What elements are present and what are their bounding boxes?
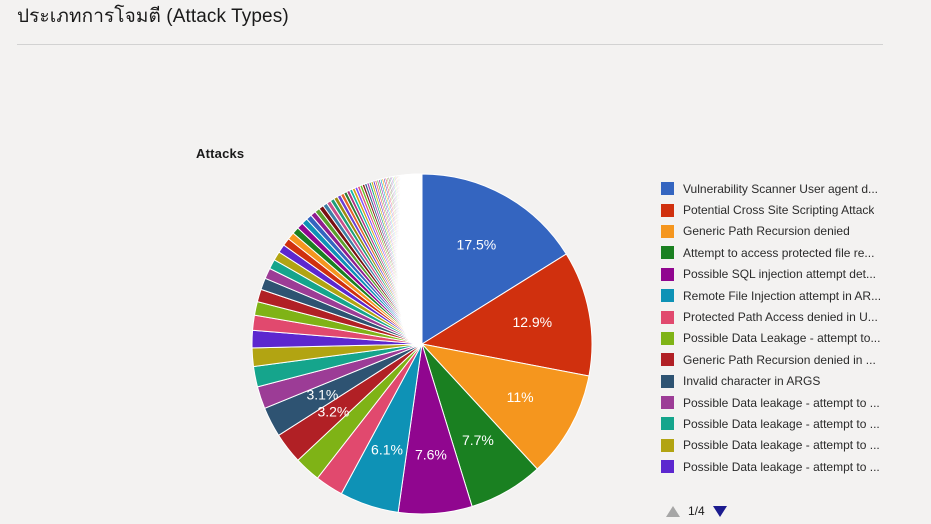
legend-item[interactable]: Remote File Injection attempt in AR... <box>661 285 923 306</box>
attack-types-chart-panel: Attacks 17.5% 12.9% 11% 7.7% 7.6% 6.1% 3.2% 3.1… <box>0 52 931 524</box>
triangle-up-icon[interactable] <box>666 505 680 517</box>
chart-subtitle: Attacks <box>196 146 245 161</box>
legend-color-swatch <box>661 396 674 410</box>
triangle-down-icon[interactable] <box>712 505 727 517</box>
legend-item-label: Possible Data leakage - attempt to ... <box>683 416 880 431</box>
legend-item-label: Possible Data leakage - attempt to ... <box>683 459 880 474</box>
legend-color-swatch <box>661 374 674 388</box>
legend-color-swatch <box>661 203 674 217</box>
legend-color-swatch <box>661 289 674 303</box>
legend-item-label: Possible SQL injection attempt det... <box>683 267 876 282</box>
legend-color-swatch <box>661 182 674 196</box>
pie-slice-value-label: 3.2% <box>317 404 349 420</box>
legend-item[interactable]: Invalid character in ARGS <box>661 371 923 392</box>
legend-color-swatch <box>661 224 674 238</box>
legend-item-label: Generic Path Recursion denied <box>683 224 850 239</box>
pie-slice-value-label: 17.5% <box>457 237 497 253</box>
pie-slice-value-label: 11% <box>507 389 534 405</box>
legend-item-label: Potential Cross Site Scripting Attack <box>683 203 875 218</box>
legend-color-swatch <box>661 267 674 281</box>
legend-color-swatch <box>661 353 674 367</box>
pie-slice-value-label: 12.9% <box>512 314 552 330</box>
legend-page-indicator: 1/4 <box>688 504 705 518</box>
legend-color-swatch <box>661 246 674 260</box>
legend-item[interactable]: Possible Data leakage - attempt to ... <box>661 456 923 477</box>
legend-item[interactable]: Protected Path Access denied in U... <box>661 306 923 327</box>
pie-chart-svg[interactable]: 17.5% 12.9% 11% 7.7% 7.6% 6.1% 3.2% 3.1% <box>248 170 596 518</box>
legend-color-swatch <box>661 331 674 345</box>
legend-color-swatch <box>661 417 674 431</box>
pie-slice-value-label: 7.6% <box>415 447 447 463</box>
legend-item-label: Generic Path Recursion denied in ... <box>683 352 876 367</box>
legend-item-label: Possible Data Leakage - attempt to... <box>683 331 881 346</box>
legend-color-swatch <box>661 460 674 474</box>
pie-slice-value-label: 3.1% <box>306 386 338 402</box>
legend-item-label: Remote File Injection attempt in AR... <box>683 288 882 303</box>
legend-item[interactable]: Generic Path Recursion denied in ... <box>661 349 923 370</box>
legend-item[interactable]: Possible Data leakage - attempt to ... <box>661 435 923 456</box>
legend-item[interactable]: Attempt to access protected file re... <box>661 242 923 263</box>
title-divider <box>17 44 883 45</box>
legend-item[interactable]: Possible Data leakage - attempt to ... <box>661 392 923 413</box>
legend-item-label: Protected Path Access denied in U... <box>683 310 878 325</box>
legend-item-label: Attempt to access protected file re... <box>683 245 875 260</box>
legend-item-label: Vulnerability Scanner User agent d... <box>683 181 878 196</box>
page-title: ประเภทการโจมตี (Attack Types) <box>17 6 289 27</box>
pie-slice-group[interactable] <box>251 173 593 515</box>
legend-item-label: Invalid character in ARGS <box>683 374 821 389</box>
legend-item[interactable]: Vulnerability Scanner User agent d... <box>661 178 923 199</box>
pie-slice-value-label: 6.1% <box>371 441 403 457</box>
legend-color-swatch <box>661 438 674 452</box>
legend-pager[interactable]: 1/4 <box>661 502 732 520</box>
legend-color-swatch <box>661 310 674 324</box>
chart-legend: Vulnerability Scanner User agent d... Pot… <box>661 178 923 477</box>
legend-item[interactable]: Generic Path Recursion denied <box>661 221 923 242</box>
legend-item-label: Possible Data leakage - attempt to ... <box>683 395 880 410</box>
legend-item[interactable]: Possible Data Leakage - attempt to... <box>661 328 923 349</box>
legend-item-label: Possible Data leakage - attempt to ... <box>683 438 880 453</box>
pie-slice-value-label: 7.7% <box>462 432 494 448</box>
legend-item[interactable]: Possible Data leakage - attempt to ... <box>661 413 923 434</box>
legend-item[interactable]: Possible SQL injection attempt det... <box>661 264 923 285</box>
legend-item[interactable]: Potential Cross Site Scripting Attack <box>661 199 923 220</box>
pie-chart[interactable]: 17.5% 12.9% 11% 7.7% 7.6% 6.1% 3.2% 3.1% <box>248 170 596 518</box>
